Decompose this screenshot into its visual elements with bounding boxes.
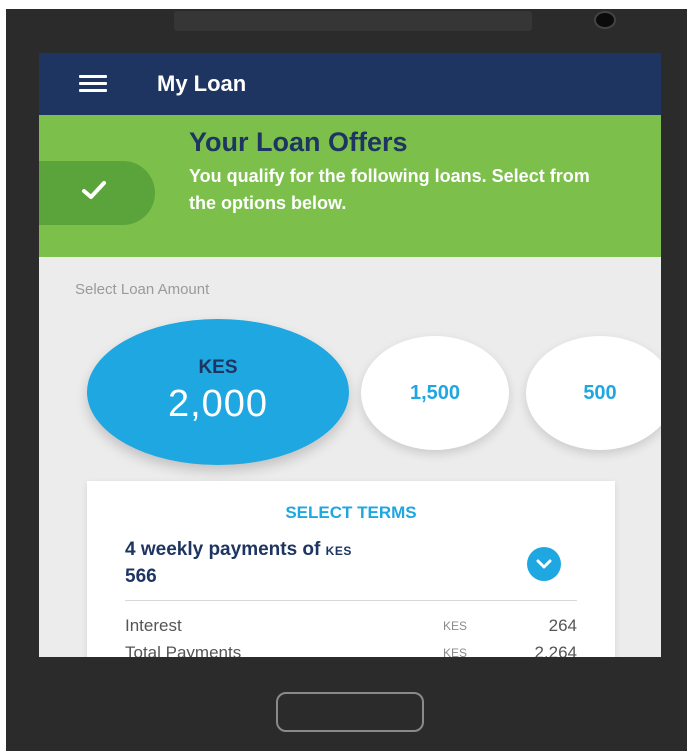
check-badge [39, 161, 155, 225]
total-payments-value: 2,264 [534, 643, 577, 657]
hamburger-menu-icon[interactable] [79, 75, 107, 93]
chevron-down-icon [536, 559, 552, 569]
terms-divider [125, 600, 577, 601]
selected-amount-currency: KES [198, 357, 238, 378]
phone-home-button[interactable] [276, 692, 424, 732]
phone-camera [596, 13, 614, 27]
loan-offers-banner: Your Loan Offers You qualify for the fol… [39, 115, 661, 257]
checkmark-icon [82, 181, 106, 199]
amount-option-500[interactable]: 500 [526, 336, 661, 450]
app-bar: My Loan [39, 53, 661, 115]
phone-speaker [174, 11, 532, 31]
payment-plan-text: 4 weekly payments of [125, 539, 321, 560]
payment-plan: 4 weekly payments of KES 566 [125, 537, 505, 589]
total-payments-label: Total Payments [125, 643, 242, 657]
selected-amount-circle[interactable]: KES 2,000 [87, 319, 349, 465]
select-amount-label: Select Loan Amount [75, 281, 210, 298]
interest-row: Interest KES 264 [125, 616, 577, 640]
terms-card: SELECT TERMS 4 weekly payments of KES 56… [87, 481, 615, 657]
app-title: My Loan [157, 71, 247, 96]
total-payments-currency: KES [443, 646, 468, 657]
amount-option-1500[interactable]: 1,500 [361, 336, 509, 450]
phone-frame: My Loan Your Loan Offers You qualify for… [6, 9, 687, 751]
interest-currency: KES [443, 619, 468, 633]
terms-dropdown-button[interactable] [527, 547, 561, 581]
interest-label: Interest [125, 616, 182, 635]
banner-title: Your Loan Offers [189, 127, 408, 157]
select-terms-heading[interactable]: SELECT TERMS [87, 503, 615, 523]
interest-value: 264 [548, 616, 577, 635]
selected-amount-value: 2,000 [167, 383, 269, 425]
banner-text: You qualify for the following loans. Sel… [189, 166, 590, 213]
total-payments-row: Total Payments KES 2,264 [125, 643, 577, 657]
payment-plan-amount: 566 [125, 566, 157, 587]
payment-plan-currency: KES [325, 544, 352, 558]
app-screen: My Loan Your Loan Offers You qualify for… [39, 53, 661, 657]
